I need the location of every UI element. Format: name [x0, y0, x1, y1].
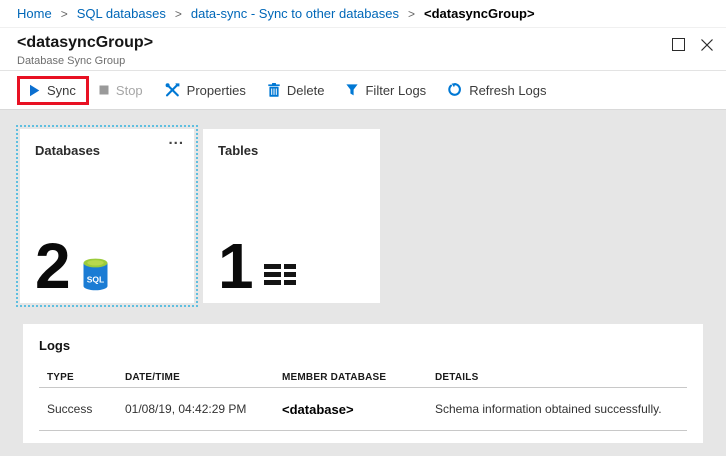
filter-logs-button-label: Filter Logs: [365, 83, 426, 98]
log-row-type: Success: [39, 402, 125, 416]
filter-logs-button[interactable]: Filter Logs: [346, 83, 426, 98]
sync-highlight-box: Sync: [17, 76, 89, 105]
maximize-button[interactable]: [671, 37, 686, 52]
logs-header-row: TYPE DATE/TIME MEMBER DATABASE DETAILS: [39, 368, 687, 388]
crossed-tools-icon: [165, 83, 180, 97]
tables-tile-title: Tables: [218, 143, 365, 158]
delete-button[interactable]: Delete: [268, 83, 325, 98]
window-controls: [671, 37, 714, 52]
tables-count: 1: [218, 242, 252, 292]
databases-count: 2: [35, 242, 69, 292]
logs-column-details: DETAILS: [435, 372, 687, 383]
sql-database-icon: SQL: [82, 258, 109, 291]
refresh-icon: [448, 83, 462, 97]
filter-icon: [346, 84, 358, 96]
page-title: <datasyncGroup>: [17, 33, 726, 53]
refresh-logs-button[interactable]: Refresh Logs: [448, 83, 546, 98]
breadcrumb-separator: >: [408, 7, 415, 21]
page-subtitle: Database Sync Group: [17, 55, 726, 67]
delete-button-label: Delete: [287, 83, 325, 98]
log-row-datetime: 01/08/19, 04:42:29 PM: [125, 402, 282, 416]
breadcrumb-data-sync[interactable]: data-sync - Sync to other databases: [191, 6, 399, 21]
tiles-row: Databases ... 2 SQL Tables: [20, 129, 726, 303]
breadcrumb: Home > SQL databases > data-sync - Sync …: [0, 0, 726, 28]
stop-icon: [99, 85, 109, 95]
trash-icon: [268, 83, 280, 97]
databases-tile[interactable]: Databases ... 2 SQL: [20, 129, 194, 303]
sync-button-label: Sync: [47, 83, 76, 98]
log-row-member-database: <database>: [282, 402, 435, 417]
database-sync-group-window: Home > SQL databases > data-sync - Sync …: [0, 0, 726, 456]
log-row-details: Schema information obtained successfully…: [435, 402, 687, 416]
databases-tile-title: Databases: [35, 143, 179, 158]
maximize-icon: [672, 38, 685, 51]
play-icon: [29, 84, 40, 97]
logs-column-member-database: MEMBER DATABASE: [282, 372, 435, 383]
close-icon: [700, 38, 714, 52]
stop-button-label: Stop: [116, 83, 143, 98]
logs-column-type: TYPE: [39, 372, 125, 383]
close-button[interactable]: [699, 37, 714, 52]
breadcrumb-separator: >: [175, 7, 182, 21]
logs-panel: Logs TYPE DATE/TIME MEMBER DATABASE DETA…: [23, 324, 703, 443]
stop-button[interactable]: Stop: [99, 83, 143, 98]
properties-button[interactable]: Properties: [165, 83, 246, 98]
logs-title: Logs: [39, 338, 687, 353]
command-bar: Sync Stop Properties: [0, 71, 726, 110]
properties-button-label: Properties: [187, 83, 246, 98]
breadcrumb-home[interactable]: Home: [17, 6, 52, 21]
table-rows-icon: [264, 264, 296, 285]
logs-column-datetime: DATE/TIME: [125, 372, 282, 383]
title-block: <datasyncGroup> Database Sync Group: [0, 28, 726, 71]
sync-button[interactable]: Sync: [29, 83, 76, 98]
log-row[interactable]: Success 01/08/19, 04:42:29 PM <database>…: [39, 388, 687, 431]
breadcrumb-sql-databases[interactable]: SQL databases: [77, 6, 166, 21]
breadcrumb-separator: >: [61, 7, 68, 21]
tables-tile[interactable]: Tables 1: [203, 129, 380, 303]
databases-tile-menu-ellipsis[interactable]: ...: [168, 131, 184, 148]
content-area: Databases ... 2 SQL Tables: [0, 110, 726, 456]
svg-text:SQL: SQL: [86, 275, 103, 285]
breadcrumb-current-page: <datasyncGroup>: [424, 6, 535, 21]
refresh-logs-button-label: Refresh Logs: [469, 83, 546, 98]
